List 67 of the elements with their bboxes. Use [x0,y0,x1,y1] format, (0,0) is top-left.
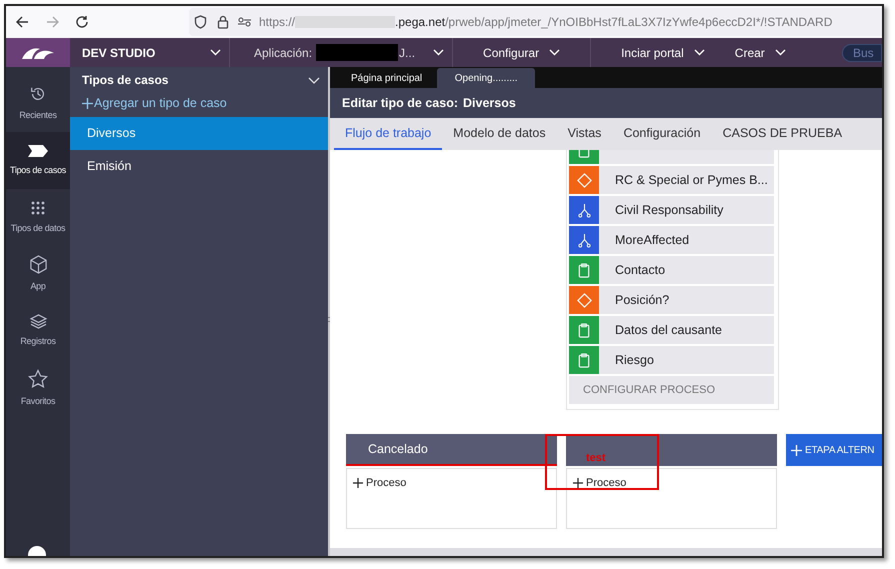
logo-icon [20,46,56,60]
panel-title: Tipos de casos [82,72,168,89]
grid-dots-icon [30,200,46,216]
header-value: Diversos [463,94,516,112]
chevron-down-icon [210,49,221,56]
nav-menu[interactable]: Inciar portal [591,38,705,67]
rail-item[interactable]: Tipos de casos [6,132,70,189]
reload-icon[interactable] [75,15,89,29]
shield-icon[interactable] [194,15,207,29]
case-type-item[interactable]: Diversos [70,117,328,150]
clipboard-icon [578,352,590,368]
process-step[interactable]: MoreAffected [599,226,774,254]
address-bar[interactable]: https:// .pega.net/prweb/app/jmeter_/YnOIBbHst7fLaL3X7IzYwfe4p6eccD2I*/!STANDARD [189,8,882,36]
plus-icon [573,478,583,488]
document-tab[interactable]: Opening......... [437,68,536,88]
process-step[interactable]: RC & Special or Pymes B... [599,166,774,194]
application-label: Aplicación: [254,44,312,62]
clipboard-icon [578,322,590,338]
tab[interactable]: Modelo de datos [442,118,557,150]
history-icon [29,84,47,103]
tab[interactable]: Vistas [556,118,612,150]
header-label: Editar tipo de caso: [342,94,458,112]
url-text: https:// [259,14,296,31]
process-step[interactable]: Civil Responsability [599,196,774,224]
cube-icon [28,255,48,274]
rail-item[interactable]: Tipos de datos [6,189,70,246]
configure-process-button[interactable]: CONFIGURAR PROCESO [569,376,774,404]
chevron-down-icon [549,49,560,56]
clipboard-icon [578,262,590,278]
add-case-type-link[interactable]: Agregar un tipo de caso [82,94,227,112]
case-type-item[interactable]: Emisión [70,150,328,183]
url-text: .pega.net/prweb/app/jmeter_/YnOIBbHst7fLaL3X7IzYwfe4p6eccD2I*/!STANDARD [395,14,832,31]
annotation-text: test [586,452,606,464]
logo-tile[interactable] [6,38,70,67]
process-step[interactable]: Contacto [599,256,774,284]
plus-icon [82,98,93,108]
rail-item[interactable]: App [6,246,70,303]
back-icon[interactable] [15,15,29,29]
process-step[interactable]: Riesgo [599,346,774,374]
nav-menu[interactable]: Crear [704,38,786,67]
chevron-down-icon [433,49,444,56]
process-step[interactable]: Datos del causante [599,316,774,344]
rail-item[interactable]: Favoritos [6,360,70,417]
permissions-icon[interactable] [238,17,251,27]
add-stage-button[interactable]: ETAPA ALTERN [786,434,882,466]
application-menu[interactable]: J... [399,44,444,62]
add-process-button[interactable]: Proceso [353,475,406,492]
tag-shape-icon [27,144,49,158]
plus-icon [353,478,363,488]
layers-icon [28,314,48,330]
chevron-down-icon [694,49,705,56]
stage-header[interactable]: Cancelado [346,434,557,466]
tab[interactable]: Configuración [612,118,712,150]
branch-icon [578,202,590,218]
plus-icon [791,444,802,456]
star-icon [28,368,48,389]
add-process-button[interactable]: Proceso [573,475,626,492]
tab[interactable]: CASOS DE PRUEBA [712,118,854,150]
rail-item[interactable]: Recientes [6,75,70,132]
diamond-icon [576,172,592,188]
chevron-down-icon[interactable] [308,76,320,84]
rail-item[interactable]: Registros [6,303,70,360]
process-step[interactable]: Posición? [599,286,774,314]
diamond-icon [576,292,592,308]
chevron-down-icon [774,49,786,56]
branch-icon [578,232,590,248]
lock-icon[interactable] [217,15,229,29]
